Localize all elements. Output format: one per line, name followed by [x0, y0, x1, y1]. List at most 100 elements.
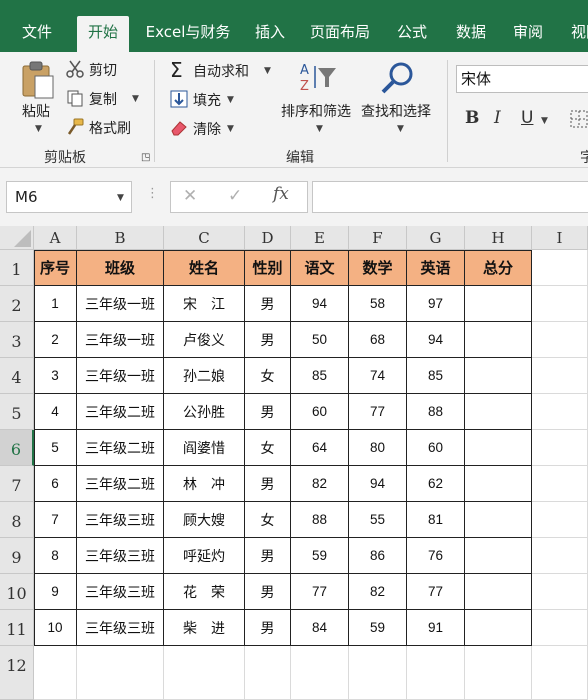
table-cell[interactable]: 77 [407, 574, 465, 610]
empty-cell[interactable] [532, 394, 588, 430]
tab-insert[interactable]: 插入 [248, 16, 292, 52]
row-header-10[interactable]: 10 [0, 574, 34, 610]
table-cell[interactable]: 58 [349, 286, 407, 322]
table-cell[interactable]: 55 [349, 502, 407, 538]
find-select-icon[interactable] [380, 60, 416, 96]
empty-cell[interactable] [532, 466, 588, 502]
format-painter-button[interactable]: 格式刷 [89, 118, 131, 138]
table-cell[interactable]: 88 [291, 502, 349, 538]
select-all-corner[interactable] [0, 226, 34, 250]
row-header-9[interactable]: 9 [0, 538, 34, 574]
sort-filter-icon[interactable]: A Z [298, 60, 338, 96]
table-cell[interactable]: 91 [407, 610, 465, 646]
find-select-button[interactable]: 查找和选择 [361, 101, 431, 121]
table-cell[interactable]: 76 [407, 538, 465, 574]
empty-cell[interactable] [34, 646, 77, 700]
table-cell[interactable] [465, 610, 532, 646]
table-cell[interactable]: 60 [291, 394, 349, 430]
row-header-5[interactable]: 5 [0, 394, 34, 430]
tab-data[interactable]: 数据 [449, 16, 493, 52]
table-cell[interactable]: 三年级一班 [77, 286, 164, 322]
table-cell[interactable]: 94 [407, 322, 465, 358]
clipboard-launcher-icon[interactable]: ◳ [141, 152, 150, 163]
empty-cell[interactable] [245, 646, 291, 700]
empty-cell[interactable] [532, 610, 588, 646]
copy-button[interactable]: 复制 [89, 89, 117, 109]
table-cell[interactable]: 三年级一班 [77, 322, 164, 358]
row-header-1[interactable]: 1 [0, 250, 34, 286]
sort-filter-dropdown-icon[interactable]: ▼ [316, 124, 323, 134]
empty-cell[interactable] [532, 646, 588, 700]
clear-dropdown-icon[interactable]: ▼ [227, 124, 234, 134]
paste-dropdown-icon[interactable]: ▼ [35, 124, 42, 134]
table-cell[interactable]: 59 [291, 538, 349, 574]
eraser-icon[interactable] [170, 119, 188, 137]
table-cell[interactable]: 三年级一班 [77, 358, 164, 394]
table-cell[interactable]: 男 [245, 610, 291, 646]
copy-dropdown-icon[interactable]: ▼ [132, 94, 139, 104]
formula-input[interactable] [312, 181, 588, 213]
table-cell[interactable]: 80 [349, 430, 407, 466]
empty-cell[interactable] [532, 286, 588, 322]
table-cell[interactable]: 62 [407, 466, 465, 502]
cut-button[interactable]: 剪切 [89, 60, 117, 80]
table-cell[interactable]: 男 [245, 466, 291, 502]
empty-cell[interactable] [164, 646, 245, 700]
autosum-button[interactable]: 自动求和 [193, 61, 249, 81]
table-cell[interactable] [465, 574, 532, 610]
table-cell[interactable]: 77 [291, 574, 349, 610]
column-header-c[interactable]: C [164, 226, 245, 250]
name-box[interactable]: M6 [6, 181, 132, 213]
table-cell[interactable]: 男 [245, 574, 291, 610]
table-header-cell[interactable]: 姓名 [164, 250, 245, 286]
table-cell[interactable]: 4 [34, 394, 77, 430]
table-cell[interactable]: 孙二娘 [164, 358, 245, 394]
table-cell[interactable]: 7 [34, 502, 77, 538]
clear-button[interactable]: 清除 [193, 119, 221, 139]
table-header-cell[interactable]: 语文 [291, 250, 349, 286]
empty-cell[interactable] [532, 574, 588, 610]
table-cell[interactable]: 85 [291, 358, 349, 394]
table-header-cell[interactable]: 数学 [349, 250, 407, 286]
tab-page-layout[interactable]: 页面布局 [306, 16, 374, 52]
autosum-dropdown-icon[interactable]: ▼ [264, 66, 271, 76]
empty-cell[interactable] [349, 646, 407, 700]
empty-cell[interactable] [465, 646, 532, 700]
name-box-dropdown-icon[interactable]: ▼ [117, 193, 124, 203]
table-header-cell[interactable]: 序号 [34, 250, 77, 286]
table-cell[interactable]: 卢俊义 [164, 322, 245, 358]
empty-cell[interactable] [407, 646, 465, 700]
table-cell[interactable]: 2 [34, 322, 77, 358]
find-select-dropdown-icon[interactable]: ▼ [397, 124, 404, 134]
table-cell[interactable]: 59 [349, 610, 407, 646]
table-header-cell[interactable]: 班级 [77, 250, 164, 286]
table-cell[interactable]: 74 [349, 358, 407, 394]
table-cell[interactable]: 82 [349, 574, 407, 610]
table-cell[interactable]: 3 [34, 358, 77, 394]
column-header-a[interactable]: A [34, 226, 77, 250]
table-cell[interactable]: 97 [407, 286, 465, 322]
table-cell[interactable]: 6 [34, 466, 77, 502]
enter-icon[interactable]: ✓ [228, 186, 242, 206]
fill-dropdown-icon[interactable]: ▼ [227, 95, 234, 105]
row-header-4[interactable]: 4 [0, 358, 34, 394]
fill-icon[interactable] [170, 90, 188, 108]
table-cell[interactable]: 三年级二班 [77, 394, 164, 430]
table-cell[interactable]: 84 [291, 610, 349, 646]
table-cell[interactable]: 81 [407, 502, 465, 538]
table-cell[interactable] [465, 394, 532, 430]
table-cell[interactable]: 68 [349, 322, 407, 358]
empty-cell[interactable] [532, 430, 588, 466]
empty-cell[interactable] [532, 502, 588, 538]
table-cell[interactable]: 86 [349, 538, 407, 574]
tab-file[interactable]: 文件 [12, 16, 62, 52]
table-cell[interactable]: 三年级三班 [77, 610, 164, 646]
table-cell[interactable]: 宋 江 [164, 286, 245, 322]
tab-view[interactable]: 视图 [564, 16, 588, 52]
table-cell[interactable]: 三年级二班 [77, 430, 164, 466]
table-cell[interactable]: 10 [34, 610, 77, 646]
table-cell[interactable] [465, 358, 532, 394]
table-cell[interactable]: 女 [245, 358, 291, 394]
table-cell[interactable]: 三年级三班 [77, 538, 164, 574]
table-cell[interactable]: 88 [407, 394, 465, 430]
